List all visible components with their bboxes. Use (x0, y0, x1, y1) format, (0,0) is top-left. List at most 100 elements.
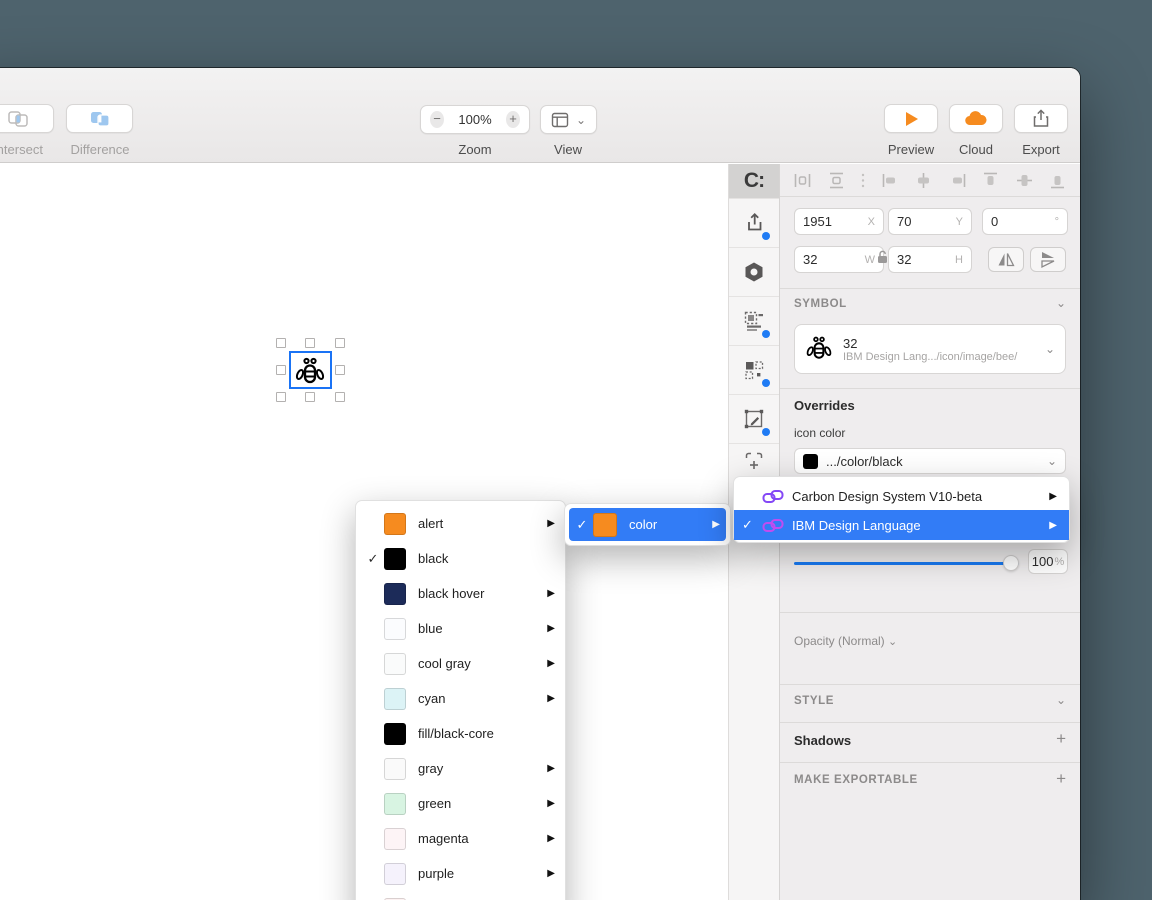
edit-plugin-button[interactable] (729, 395, 779, 444)
menu-item-black-hover[interactable]: ✓ black hover ▶ (356, 576, 565, 611)
color-swatch (384, 723, 406, 745)
menu-item-cool-gray[interactable]: ✓ cool gray ▶ (356, 646, 565, 681)
menu-item-carbon-library[interactable]: ✓ Carbon Design System V10-beta ▶ (734, 482, 1069, 510)
settings-plugin-button[interactable] (729, 248, 779, 297)
slider-track (794, 562, 1019, 565)
opacity-value-field[interactable]: 100 % (1028, 549, 1068, 574)
upload-icon (742, 211, 766, 235)
preview-button[interactable] (884, 104, 938, 133)
zoom-in-button[interactable]: + (506, 111, 520, 128)
color-swatch (384, 688, 406, 710)
menu-item-fill-black-core[interactable]: ✓ fill/black-core ▶ (356, 716, 565, 751)
x-position-field[interactable]: 1951 X (794, 208, 884, 235)
menu-item-black[interactable]: ✓ black ▶ (356, 541, 565, 576)
icon-color-label: icon color (794, 426, 845, 440)
resize-handle[interactable] (305, 338, 315, 348)
align-right-icon[interactable] (949, 172, 966, 189)
align-left-icon[interactable] (882, 172, 899, 189)
menu-item-color[interactable]: ✓ color ▶ (569, 508, 726, 541)
color-swatch (384, 863, 406, 885)
zoom-label: Zoom (458, 142, 491, 157)
lock-proportions-icon[interactable] (877, 250, 888, 264)
align-center-horizontal-icon[interactable] (915, 172, 932, 189)
cloud-button[interactable] (949, 104, 1003, 133)
resize-handle[interactable] (335, 365, 345, 375)
symbol-selector[interactable]: 32 IBM Design Lang.../icon/image/bee/ ⌄ (794, 324, 1066, 374)
x-value: 1951 (803, 214, 832, 229)
slider-knob[interactable] (1003, 555, 1019, 571)
opacity-slider[interactable] (794, 555, 1019, 571)
add-plugin-button[interactable] (729, 444, 779, 478)
color-swatch (384, 548, 406, 570)
menu-item-gray[interactable]: ✓ gray ▶ (356, 751, 565, 786)
export-button[interactable] (1014, 104, 1068, 133)
export-plugin-button[interactable] (729, 199, 779, 248)
menu-item-blue[interactable]: ✓ blue ▶ (356, 611, 565, 646)
style-section-header: STYLE (794, 695, 834, 707)
menu-item-cyan[interactable]: ✓ cyan ▶ (356, 681, 565, 716)
opacity-label: Opacity (Normal) ⌄ (794, 634, 897, 648)
carbon-plugin-button[interactable]: C: (729, 164, 779, 199)
menu-item-label: Carbon Design System V10-beta (792, 489, 982, 504)
resize-handle[interactable] (335, 392, 345, 402)
align-bottom-icon[interactable] (1049, 172, 1066, 189)
shadows-header: Shadows (794, 733, 851, 748)
layout-plugin-button[interactable] (729, 297, 779, 346)
difference-button[interactable] (66, 104, 133, 133)
difference-label: Difference (70, 142, 129, 157)
view-button[interactable]: ⌄ (540, 105, 597, 134)
distribute-horizontal-icon[interactable] (794, 172, 811, 189)
preview-label: Preview (888, 142, 934, 157)
notification-dot (762, 232, 770, 240)
toolbar: Intersect Difference − 100% + Zoom ⌄ Vie… (0, 68, 1080, 163)
menu-item-partial[interactable] (356, 891, 565, 900)
flip-horizontal-button[interactable] (988, 247, 1024, 272)
resize-handle[interactable] (305, 392, 315, 402)
add-shadow-button[interactable]: + (1056, 729, 1066, 749)
resize-handle[interactable] (276, 365, 286, 375)
submenu-arrow-icon: ▶ (547, 763, 555, 774)
width-value: 32 (803, 252, 817, 267)
height-value: 32 (897, 252, 911, 267)
menu-item-green[interactable]: ✓ green ▶ (356, 786, 565, 821)
menu-item-label: cool gray (418, 656, 471, 671)
make-exportable-header: MAKE EXPORTABLE (794, 774, 918, 786)
intersect-icon (7, 110, 29, 128)
chevron-down-icon[interactable]: ⌄ (1056, 693, 1066, 707)
data-plugin-button[interactable] (729, 346, 779, 395)
more-dots-icon (861, 172, 865, 189)
menu-item-label: fill/black-core (418, 726, 494, 741)
rotation-value: 0 (991, 214, 998, 229)
rotation-field[interactable]: 0 ° (982, 208, 1068, 235)
view-layout-icon (551, 112, 569, 128)
height-field[interactable]: 32 H (888, 246, 972, 273)
menu-item-ibm-library[interactable]: ✓ IBM Design Language ▶ (734, 510, 1069, 540)
flip-vertical-button[interactable] (1030, 247, 1066, 272)
add-export-button[interactable]: + (1056, 769, 1066, 789)
distribute-vertical-icon[interactable] (828, 172, 845, 189)
hexagon-nut-icon (742, 260, 766, 284)
align-middle-vertical-icon[interactable] (1016, 172, 1033, 189)
menu-item-alert[interactable]: ✓ alert ▶ (356, 506, 565, 541)
chevron-down-icon[interactable]: ⌄ (1056, 296, 1066, 310)
width-unit: W (865, 254, 875, 266)
chevron-down-icon: ⌄ (1045, 342, 1055, 356)
width-field[interactable]: 32 W (794, 246, 884, 273)
resize-handle[interactable] (335, 338, 345, 348)
align-top-icon[interactable] (982, 172, 999, 189)
intersect-button[interactable] (0, 104, 54, 133)
color-swatch (384, 653, 406, 675)
icon-color-dropdown[interactable]: .../color/black ⌄ (794, 448, 1066, 474)
menu-item-purple[interactable]: ✓ purple ▶ (356, 856, 565, 891)
menu-item-magenta[interactable]: ✓ magenta ▶ (356, 821, 565, 856)
selected-symbol[interactable] (289, 351, 332, 389)
y-value: 70 (897, 214, 911, 229)
resize-handle[interactable] (276, 392, 286, 402)
resize-handle[interactable] (276, 338, 286, 348)
submenu-arrow-icon: ▶ (547, 693, 555, 704)
y-position-field[interactable]: 70 Y (888, 208, 972, 235)
zoom-control[interactable]: − 100% + (420, 105, 530, 134)
submenu-arrow-icon: ▶ (547, 518, 555, 529)
menu-item-label: IBM Design Language (792, 518, 921, 533)
zoom-out-button[interactable]: − (430, 111, 444, 128)
